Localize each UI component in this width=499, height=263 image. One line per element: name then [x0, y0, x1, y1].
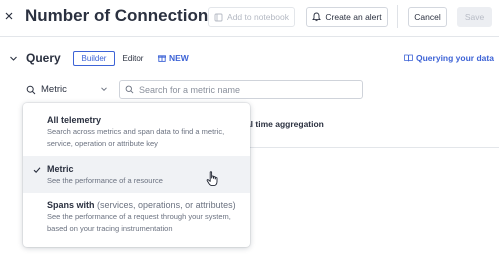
option-title: Metric [47, 164, 74, 174]
gift-icon [158, 55, 166, 62]
tab-builder-label: Builder [81, 54, 107, 63]
search-icon [26, 85, 36, 94]
option-description: Search across metrics and span data to f… [47, 127, 225, 148]
option-title-text: All telemetry [47, 115, 102, 125]
save-button[interactable]: Save [457, 7, 492, 27]
chevron-down-icon[interactable] [9, 54, 18, 63]
querying-your-data-link[interactable]: Querying your data [404, 53, 494, 63]
close-icon[interactable] [4, 9, 14, 23]
metric-search-field[interactable] [119, 80, 363, 99]
tab-builder[interactable]: Builder [73, 51, 115, 66]
section-divider [250, 147, 499, 148]
data-source-selector[interactable]: Metric [26, 81, 111, 98]
querying-your-data-label: Querying your data [416, 53, 494, 63]
new-link[interactable]: NEW [158, 53, 189, 63]
cancel-button[interactable]: Cancel [408, 7, 447, 27]
page-title: Number of Connections [25, 6, 218, 25]
hand-cursor-icon [206, 171, 218, 187]
bell-icon [312, 12, 322, 22]
search-icon [125, 85, 134, 94]
create-alert-label: Create an alert [325, 12, 382, 22]
option-spans-with[interactable]: Spans with (services, operations, or att… [23, 195, 250, 247]
book-icon [404, 54, 413, 62]
option-title: Spans with (services, operations, or att… [47, 200, 236, 210]
option-title-suffix: (services, operations, or attributes) [97, 200, 236, 210]
add-to-notebook-label: Add to notebook [227, 12, 289, 22]
option-title-text: Spans with [47, 200, 95, 210]
metric-search-input[interactable] [139, 84, 349, 95]
notebook-icon [214, 13, 223, 21]
new-label: NEW [169, 53, 189, 63]
header-divider-line [0, 36, 499, 37]
option-description: See the performance of a request through… [47, 212, 231, 233]
data-source-value: Metric [41, 84, 67, 95]
query-title: Query [26, 51, 61, 65]
option-title-text: Metric [47, 164, 74, 174]
check-icon [33, 167, 41, 173]
option-all-telemetry[interactable]: All telemetry Search across metrics and … [23, 103, 250, 155]
header-divider [397, 5, 398, 28]
chevron-down-icon [101, 87, 107, 92]
cancel-label: Cancel [414, 12, 441, 22]
save-label: Save [464, 12, 485, 22]
tab-editor-label: Editor [122, 54, 144, 63]
option-title: All telemetry [47, 115, 101, 125]
create-alert-button[interactable]: Create an alert [306, 7, 388, 27]
add-to-notebook-button[interactable]: Add to notebook [208, 7, 295, 27]
tab-editor[interactable]: Editor [117, 51, 149, 66]
